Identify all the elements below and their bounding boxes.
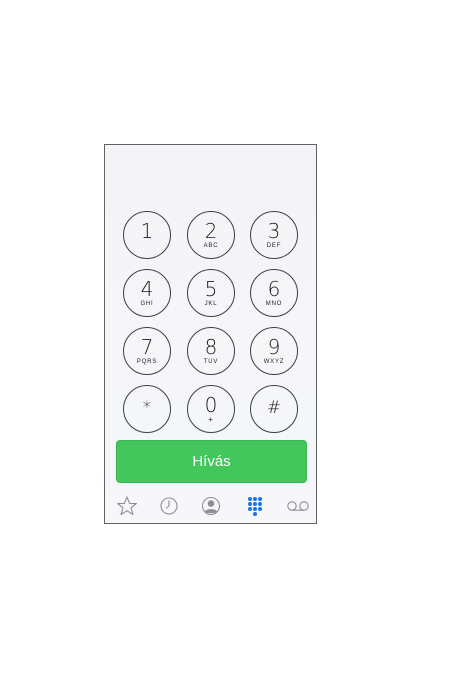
- tab-recents[interactable]: [157, 495, 181, 517]
- key-letters: ABC: [203, 243, 219, 249]
- contact-icon: [201, 496, 221, 516]
- key-letters: TUV: [203, 359, 219, 365]
- key-0[interactable]: 0 +: [187, 385, 235, 433]
- voicemail-icon: [287, 501, 309, 511]
- key-2[interactable]: 2 ABC: [187, 211, 235, 259]
- tab-voicemail[interactable]: [285, 495, 309, 517]
- key-digit: 8: [204, 335, 218, 359]
- key-7[interactable]: 7 PQRS: [123, 327, 171, 375]
- key-8[interactable]: 8 TUV: [187, 327, 235, 375]
- key-digit: 7: [140, 335, 154, 359]
- key-digit: 0: [204, 393, 218, 417]
- call-button[interactable]: Hívás: [116, 440, 307, 483]
- key-letters: DEF: [266, 243, 282, 249]
- key-digit: *: [142, 398, 152, 418]
- key-digit: 2: [204, 219, 218, 243]
- key-3[interactable]: 3 DEF: [250, 211, 298, 259]
- key-star[interactable]: *: [123, 385, 171, 433]
- key-1[interactable]: 1: [123, 211, 171, 259]
- clock-icon: [160, 497, 178, 515]
- key-letters: +: [208, 415, 214, 424]
- key-letters: GHI: [140, 301, 154, 307]
- star-icon: [117, 496, 137, 516]
- key-4[interactable]: 4 GHI: [123, 269, 171, 317]
- key-9[interactable]: 9 WXYZ: [250, 327, 298, 375]
- tab-keypad[interactable]: [243, 495, 267, 517]
- key-6[interactable]: 6 MNO: [250, 269, 298, 317]
- key-digit: 5: [204, 277, 218, 301]
- key-digit: #: [266, 398, 282, 418]
- key-digit: 4: [140, 277, 154, 301]
- key-letters: MNO: [265, 301, 283, 307]
- key-digit: 1: [140, 219, 154, 243]
- tab-favorites[interactable]: [115, 495, 139, 517]
- key-letters: JKL: [204, 301, 218, 307]
- key-digit: 6: [267, 277, 281, 301]
- key-5[interactable]: 5 JKL: [187, 269, 235, 317]
- key-digit: 3: [267, 219, 281, 243]
- tab-bar: [105, 489, 316, 523]
- key-letters: WXYZ: [263, 359, 285, 365]
- keypad-icon: [248, 497, 262, 516]
- dial-keypad: 1 2 ABC 3 DEF 4 GHI 5 JKL 6 MNO 7 PQRS 8: [105, 145, 316, 523]
- key-letters: PQRS: [136, 359, 158, 365]
- key-digit: 9: [267, 335, 281, 359]
- tab-contacts[interactable]: [199, 495, 223, 517]
- phone-screen: 1 2 ABC 3 DEF 4 GHI 5 JKL 6 MNO 7 PQRS 8: [104, 144, 317, 524]
- key-hash[interactable]: #: [250, 385, 298, 433]
